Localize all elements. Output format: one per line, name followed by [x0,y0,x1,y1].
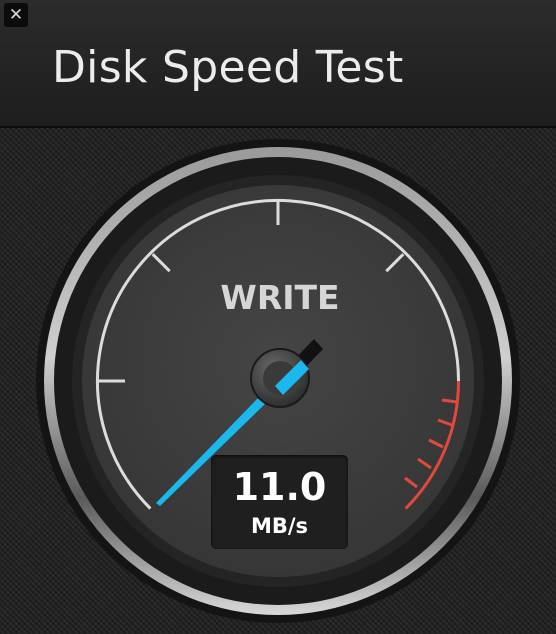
speed-unit: MB/s [250,514,309,538]
close-icon: ✕ [8,5,24,25]
disk-speed-test-window: ✕ Disk Speed Test WRITE 11.0 MB/s [0,0,556,634]
title-bar: ✕ Disk Speed Test [0,0,556,128]
speed-gauge: WRITE [36,139,520,623]
speed-value: 11.0 [232,465,327,509]
gauge-panel: WRITE 11.0 MB/s [0,128,556,634]
speed-readout: 11.0 MB/s [211,455,348,549]
redline-tick [441,398,458,404]
app-title: Disk Speed Test [52,42,404,93]
mode-label: WRITE [220,278,339,317]
close-button[interactable]: ✕ [4,3,28,27]
